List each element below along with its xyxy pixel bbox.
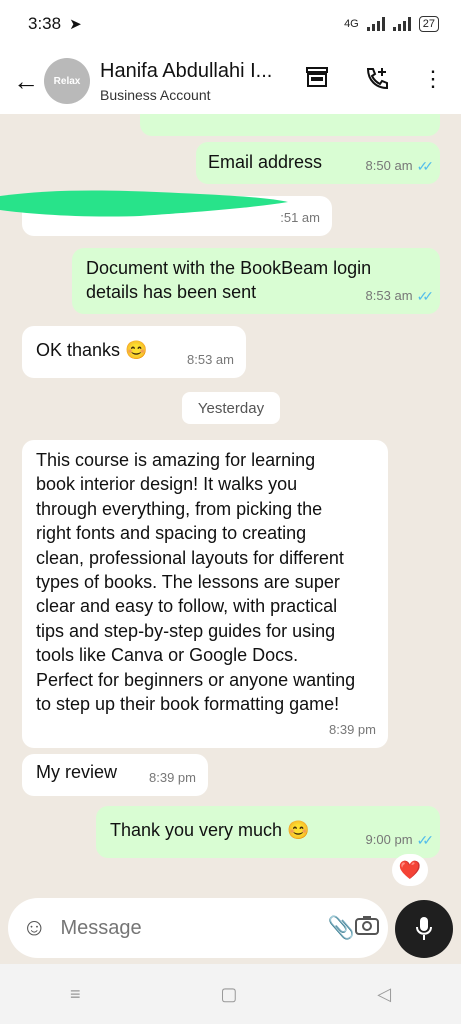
status-right: 4G 27 [344, 16, 439, 32]
battery-icon: 27 [418, 16, 439, 32]
read-ticks-icon: ✓✓ [416, 832, 435, 848]
chat-area[interactable]: Email address 8:50 am ✓✓ :51 am Document… [0, 114, 461, 894]
message-time: 9:00 pm [365, 832, 413, 847]
message-meta: 8:53 am ✓✓ [365, 284, 435, 308]
read-ticks-icon: ✓✓ [416, 288, 435, 304]
mic-button[interactable] [395, 900, 453, 958]
attach-icon[interactable]: 📎 [328, 915, 355, 941]
avatar[interactable]: Relax [44, 58, 90, 104]
message-input[interactable] [58, 915, 328, 941]
store-icon[interactable] [302, 66, 332, 94]
network-type: 4G [344, 18, 359, 30]
date-separator: Yesterday [182, 392, 280, 424]
message-time: 8:53 am [187, 352, 234, 367]
more-icon[interactable]: ⋮ [418, 66, 448, 92]
mic-icon [416, 917, 432, 940]
message-text: My review [36, 762, 118, 782]
system-navbar: ≡ ▢ ◁ [0, 964, 461, 1024]
message-bubble-outgoing[interactable]: Email address 8:50 am ✓✓ [196, 142, 440, 184]
message-bubble-incoming[interactable]: OK thanks 😊 8:53 am [22, 326, 246, 378]
send-icon: ➤ [69, 16, 82, 33]
message-time: 8:53 am [365, 288, 413, 303]
status-bar: 3:38 ➤ 4G 27 [0, 0, 461, 48]
clock: 3:38 [28, 14, 62, 33]
message-time: 8:39 pm [329, 721, 376, 737]
contact-info[interactable]: Hanifa Abdullahi I... Business Account [100, 60, 290, 103]
message-text: OK thanks 😊 [36, 340, 148, 360]
message-composer[interactable]: ☺ 📎 [8, 898, 388, 958]
home-icon[interactable]: ▢ [220, 984, 237, 1005]
message-text: Email address [208, 152, 323, 172]
message-time: 8:39 pm [149, 770, 196, 785]
contact-name: Hanifa Abdullahi I... [100, 59, 273, 82]
status-left: 3:38 ➤ [28, 14, 82, 34]
message-text: Thank you very much 😊 [110, 820, 310, 840]
redaction-scribble [0, 190, 288, 217]
message-meta: 9:00 pm ✓✓ [365, 828, 435, 852]
message-text: Document with the BookBeam login details… [86, 258, 372, 302]
add-call-icon[interactable] [362, 66, 392, 96]
signal-icon-2 [392, 17, 411, 31]
account-type: Business Account [100, 86, 211, 103]
message-bubble-partial[interactable] [140, 114, 440, 136]
back-icon[interactable]: ◁ [377, 984, 391, 1005]
read-ticks-icon: ✓✓ [416, 158, 435, 174]
message-bubble-incoming[interactable]: My review 8:39 pm [22, 754, 208, 796]
message-meta: 8:53 am [187, 348, 234, 372]
avatar-label: Relax [53, 75, 81, 87]
message-text: This course is amazing for learning book… [36, 450, 356, 715]
heart-reaction-icon[interactable]: ❤️ [392, 854, 428, 886]
signal-icon [366, 17, 385, 31]
sticker-icon[interactable]: ☺ [22, 914, 47, 942]
camera-icon[interactable] [354, 915, 379, 941]
message-bubble-incoming[interactable]: This course is amazing for learning book… [22, 440, 388, 748]
message-time: 8:50 am [365, 158, 413, 173]
message-meta: 8:39 pm [149, 766, 196, 790]
message-meta: 8:50 am ✓✓ [365, 154, 435, 178]
recents-icon[interactable]: ≡ [70, 984, 81, 1005]
message-meta: 8:39 pm [329, 718, 376, 742]
back-arrow-icon[interactable]: ← [8, 66, 44, 97]
message-bubble-outgoing[interactable]: Thank you very much 😊 9:00 pm ✓✓ [96, 806, 440, 858]
message-bubble-outgoing[interactable]: Document with the BookBeam login details… [72, 248, 440, 314]
